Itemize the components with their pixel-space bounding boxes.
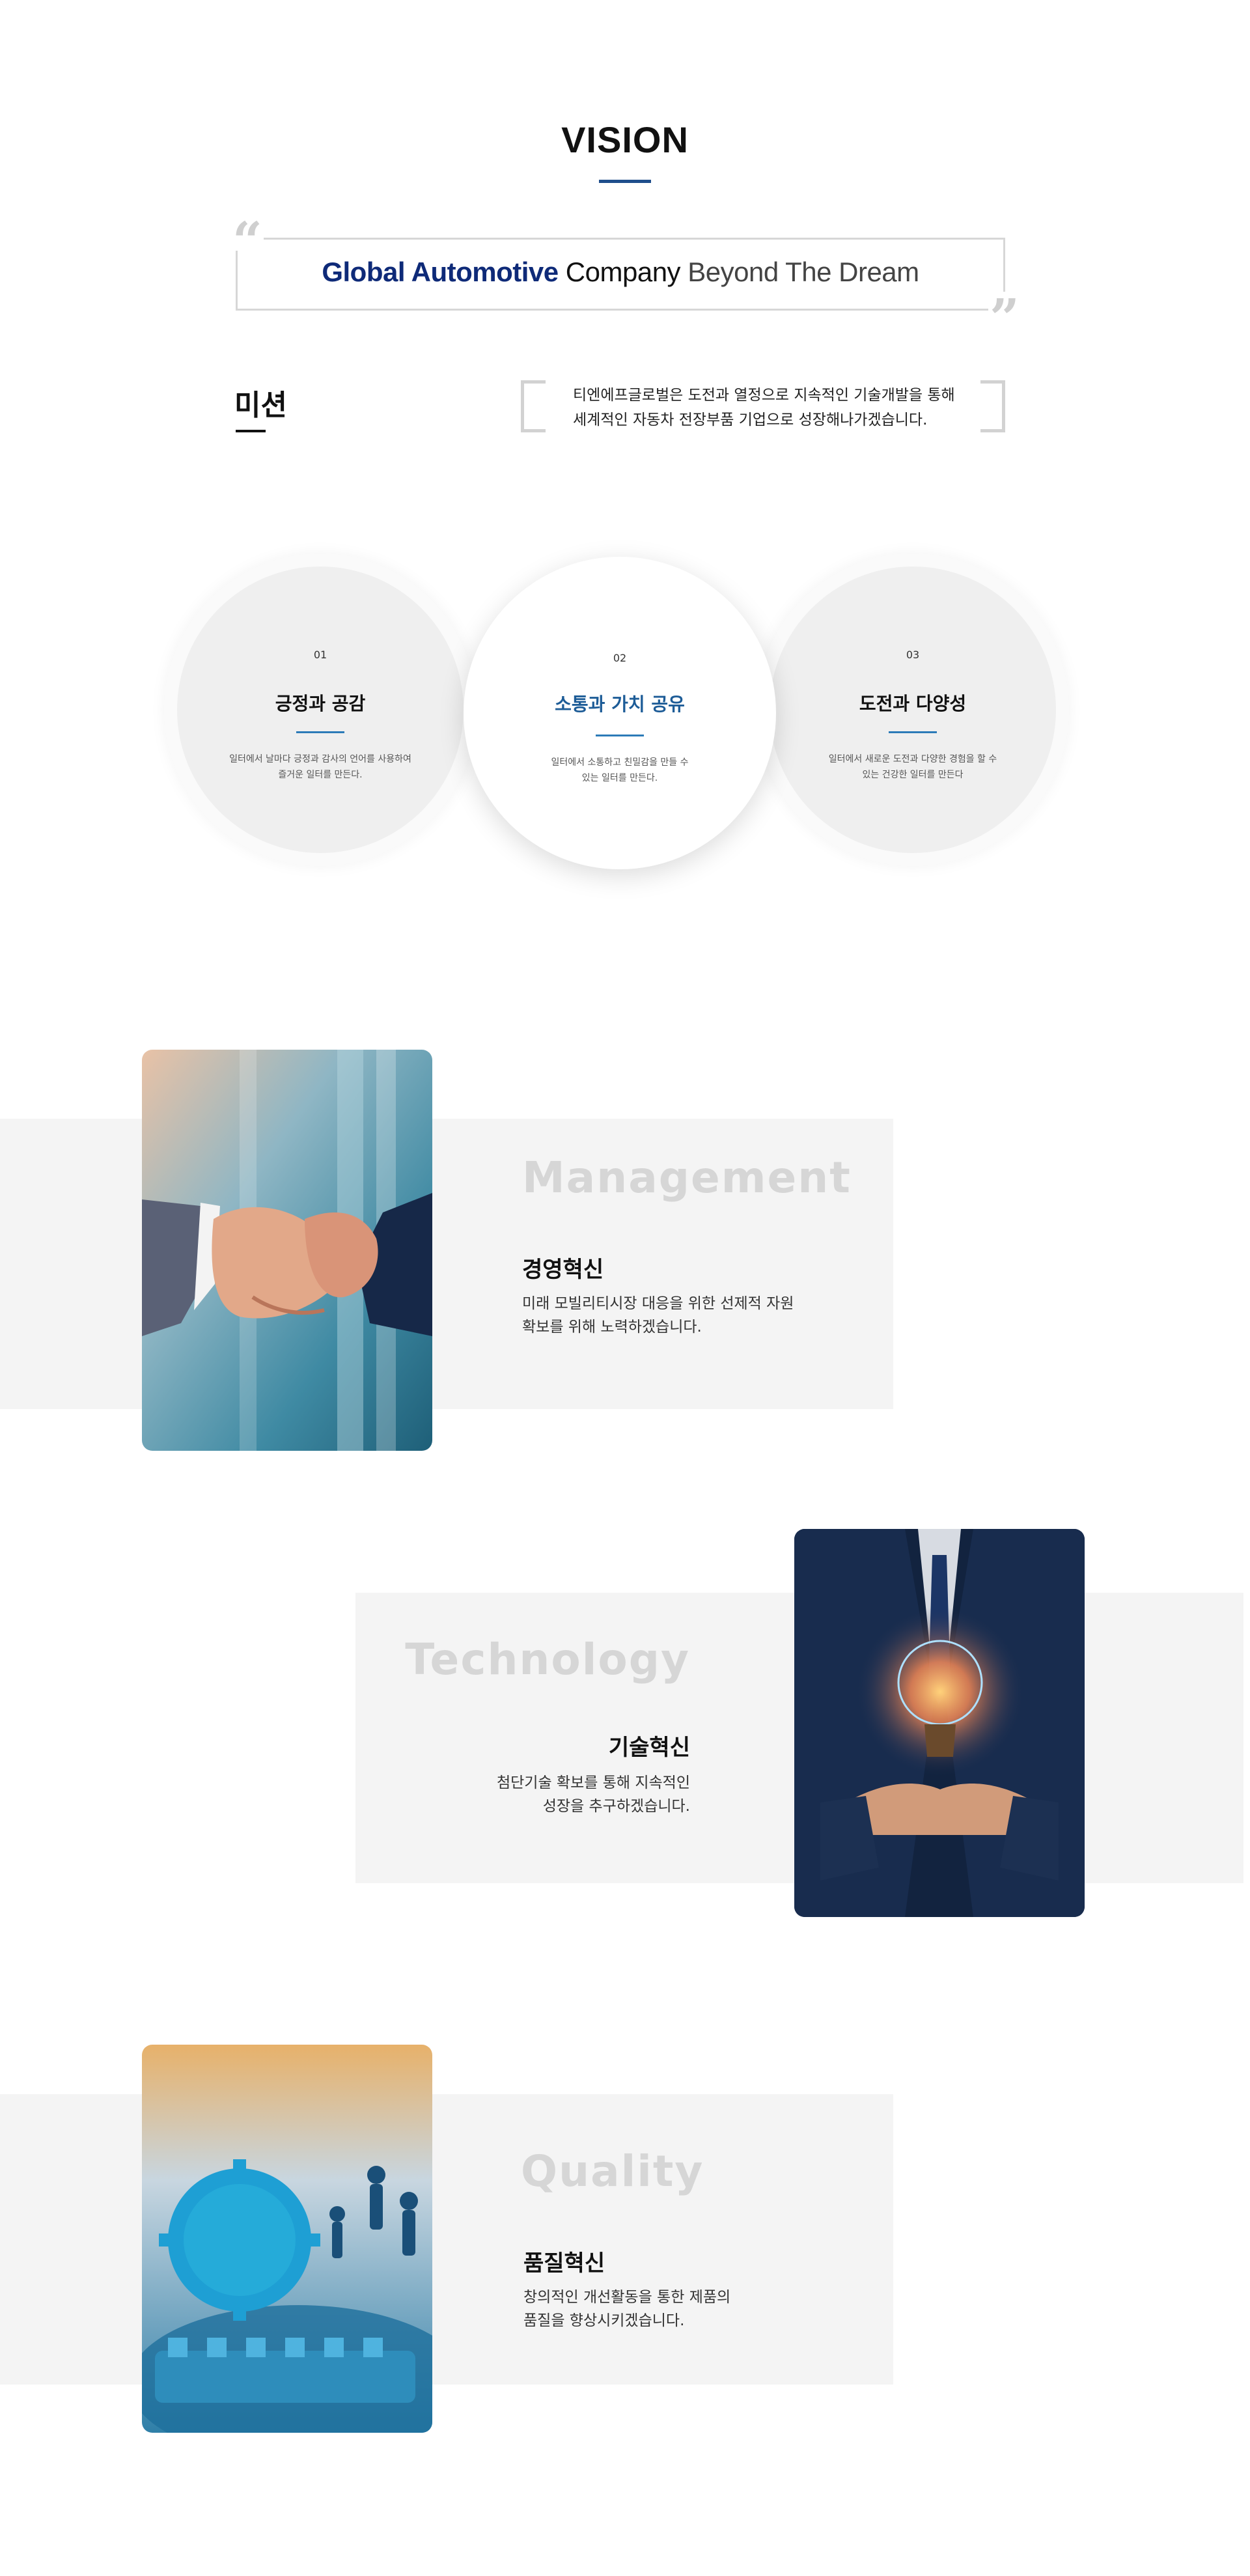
lightbulb-photo	[794, 1529, 1085, 1917]
quality-desc-line: 품질을 향상시키겠습니다.	[523, 2312, 685, 2329]
value-desc-line: 있는 일터를 만든다.	[581, 773, 658, 783]
management-desc-line: 미래 모빌리티시장 대응을 위한 선제적 자원	[522, 1295, 794, 1312]
mission-underline	[236, 430, 266, 432]
value-number: 03	[906, 649, 920, 661]
technology-title-ko: 기술혁신	[608, 1735, 690, 1761]
value-number: 02	[613, 652, 627, 664]
gears-image	[142, 2045, 432, 2433]
mission-bracket-left	[521, 380, 546, 432]
value-desc-line: 즐거운 일터를 만든다.	[278, 770, 363, 780]
gears-photo	[142, 2045, 432, 2433]
management-title-ko: 경영혁신	[522, 1257, 604, 1283]
value-title: 소통과 가치 공유	[555, 693, 685, 715]
mission-title: 미션	[234, 389, 287, 422]
quality-desc-line: 창의적인 개선활동을 통한 제품의	[523, 2289, 731, 2306]
mission-bracket-right	[980, 380, 1005, 432]
slogan-part-beyond: Beyond The Dream	[680, 257, 919, 287]
value-desc-line: 일터에서 날마다 긍정과 감사의 언어를 사용하여	[229, 754, 411, 764]
value-number: 01	[313, 649, 327, 661]
quote-open-icon: “	[231, 210, 264, 272]
mission-statement: 티엔에프글로벌은 도전과 열정으로 지속적인 기술개발을 통해 세계적인 자동차…	[573, 383, 977, 432]
vision-slogan: Global Automotive Company Beyond The Dre…	[236, 253, 1005, 292]
vision-underline	[599, 180, 651, 183]
management-title-en: Management	[522, 1153, 852, 1203]
value-circle-1: 01 긍정과 공감 일터에서 날마다 긍정과 감사의 언어를 사용하여 즐거운 …	[177, 567, 464, 853]
technology-desc: 첨단기술 확보를 통해 지속적인 성장을 추구하겠습니다.	[355, 1771, 690, 1818]
value-desc-line: 있는 건강한 일터를 만든다	[862, 770, 964, 780]
value-divider	[596, 735, 644, 736]
value-desc-line: 일터에서 소통하고 친밀감을 만들 수	[551, 757, 689, 768]
handshake-image	[142, 1050, 432, 1451]
quality-band	[0, 2094, 893, 2385]
value-circle-2: 02 소통과 가치 공유 일터에서 소통하고 친밀감을 만들 수 있는 일터를 …	[464, 557, 776, 869]
technology-desc-line: 성장을 추구하겠습니다.	[542, 1798, 690, 1815]
value-divider	[296, 731, 344, 733]
technology-title-en: Technology	[405, 1634, 690, 1685]
value-divider	[889, 731, 937, 733]
value-desc: 일터에서 새로운 도전과 다양한 경험을 할 수 있는 건강한 일터를 만든다	[770, 751, 1056, 783]
technology-desc-line: 첨단기술 확보를 통해 지속적인	[496, 1774, 690, 1791]
mission-line-2: 세계적인 자동차 전장부품 기업으로 성장해나가겠습니다.	[573, 412, 928, 428]
value-desc: 일터에서 날마다 긍정과 감사의 언어를 사용하여 즐거운 일터를 만든다.	[177, 751, 464, 783]
quality-title-en: Quality	[521, 2146, 704, 2196]
value-circle-3: 03 도전과 다양성 일터에서 새로운 도전과 다양한 경험을 할 수 있는 건…	[770, 567, 1056, 853]
quote-close-icon: ”	[988, 287, 1021, 348]
value-desc-line: 일터에서 새로운 도전과 다양한 경험을 할 수	[828, 754, 997, 764]
value-title: 긍정과 공감	[275, 693, 366, 714]
mission-line-1: 티엔에프글로벌은 도전과 열정으로 지속적인 기술개발을 통해	[573, 387, 955, 404]
quality-title-ko: 품질혁신	[523, 2250, 605, 2276]
management-desc: 미래 모빌리티시장 대응을 위한 선제적 자원 확보를 위해 노력하겠습니다.	[522, 1292, 861, 1339]
value-title: 도전과 다양성	[859, 693, 967, 714]
quality-desc: 창의적인 개선활동을 통한 제품의 품질을 향상시키겠습니다.	[523, 2286, 862, 2332]
lightbulb-image	[794, 1529, 1085, 1917]
management-desc-line: 확보를 위해 노력하겠습니다.	[522, 1319, 702, 1336]
slogan-part-company: Company	[558, 257, 681, 287]
vision-title: VISION	[561, 119, 689, 160]
slogan-part-global-automotive: Global Automotive	[322, 257, 559, 287]
value-desc: 일터에서 소통하고 친밀감을 만들 수 있는 일터를 만든다.	[464, 755, 776, 786]
handshake-photo	[142, 1050, 432, 1451]
